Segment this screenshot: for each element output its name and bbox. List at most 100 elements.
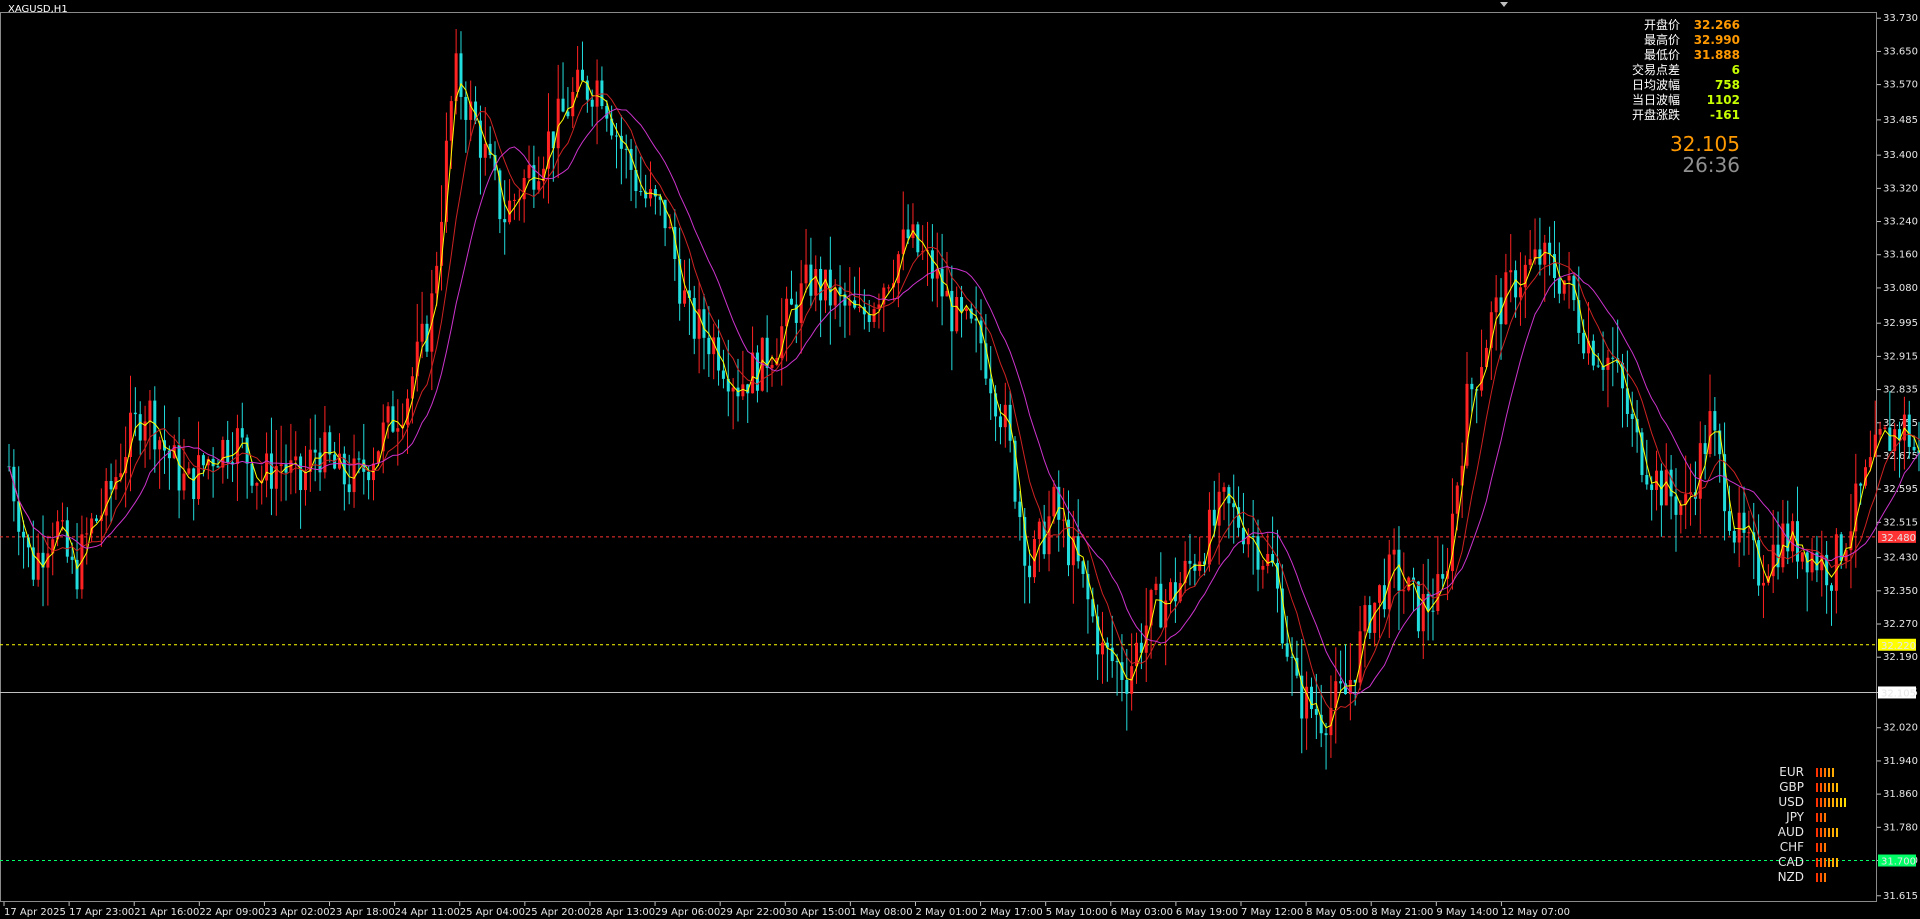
candle-body	[1514, 270, 1518, 298]
candle-body	[1285, 643, 1289, 657]
candle-body	[1212, 509, 1216, 526]
red-dashed-level-label: 32.480	[1881, 533, 1916, 544]
candle-body	[1664, 469, 1668, 506]
x-tick-label: 12 May 07:00	[1501, 907, 1570, 918]
strength-row-aud: AUD	[1774, 825, 1848, 840]
strength-bar	[1836, 783, 1838, 792]
x-tick-label: 7 May 12:00	[1241, 907, 1303, 918]
ma-yellow	[8, 79, 1920, 729]
candle-body	[1747, 532, 1751, 534]
strength-bar	[1820, 843, 1822, 852]
candle-body	[1169, 582, 1173, 601]
currency-label: CHF	[1779, 840, 1804, 854]
candle-body	[615, 135, 618, 137]
x-tick-label: 29 Apr 22:00	[720, 907, 785, 918]
candle-body	[420, 323, 424, 342]
y-tick-label: 32.755	[1883, 418, 1918, 429]
candle-body	[245, 437, 249, 464]
info-value: 758	[1714, 78, 1740, 92]
info-value: -161	[1709, 108, 1740, 122]
strength-bar	[1816, 858, 1818, 867]
candle-body	[1713, 411, 1717, 431]
candle-body	[950, 290, 954, 332]
y-tick-label: 33.730	[1883, 13, 1918, 24]
candle-body	[1324, 733, 1328, 736]
candle-body	[1431, 610, 1435, 612]
candle-body	[1450, 513, 1454, 572]
candle-body	[221, 439, 225, 468]
candle-body	[1290, 656, 1294, 658]
candle-body	[814, 268, 818, 296]
candle-body	[702, 309, 706, 338]
x-tick-label: 6 May 19:00	[1176, 907, 1238, 918]
window-menu-triangle-icon[interactable]	[1500, 2, 1508, 7]
candle-body	[1115, 661, 1119, 663]
info-value: 1102	[1706, 93, 1740, 107]
y-tick-label: 33.570	[1883, 80, 1918, 91]
candle-body	[930, 250, 934, 279]
strength-row-chf: CHF	[1774, 840, 1848, 855]
candle-body	[1528, 259, 1532, 265]
bar-countdown-timer: 26:36	[1682, 153, 1740, 177]
info-row: 最低价 31.888	[1632, 48, 1740, 63]
info-row: 交易点差 6	[1632, 63, 1740, 78]
candle-body	[1912, 446, 1916, 451]
candle-body	[352, 458, 356, 493]
candle-body	[1207, 509, 1211, 565]
candle-body	[133, 412, 137, 415]
candle-body	[731, 387, 735, 392]
candle-body	[1125, 679, 1129, 694]
candle-body	[1198, 561, 1202, 571]
candle-body	[464, 96, 468, 120]
candle-body	[182, 473, 186, 491]
y-tick-label: 31.615	[1883, 891, 1918, 902]
candle-body	[269, 453, 273, 489]
price-chart[interactable]: 33.730 33.650 33.570 33.485 33.400 33.320 33.2…	[0, 0, 1920, 919]
strength-bar	[1820, 798, 1822, 807]
info-value: 32.266	[1693, 18, 1740, 32]
candle-body	[1674, 496, 1678, 515]
strength-bar	[1832, 858, 1834, 867]
candle-body	[1188, 560, 1192, 564]
strength-bar	[1820, 768, 1822, 777]
candle-body	[1650, 484, 1654, 490]
candle-body	[556, 98, 560, 149]
candle-body	[94, 518, 98, 522]
candle-body	[1232, 503, 1236, 508]
candle-body	[1557, 277, 1561, 294]
chart-window[interactable]: 33.730 33.650 33.570 33.485 33.400 33.320 33.2…	[0, 0, 1920, 919]
currency-label: AUD	[1777, 825, 1804, 839]
candle-body	[1669, 469, 1673, 497]
candle-body	[1727, 511, 1731, 531]
x-tick-label: 5 May 10:00	[1046, 907, 1108, 918]
candle-body	[605, 106, 609, 119]
candle-body	[85, 533, 89, 535]
strength-row-jpy: JPY	[1774, 810, 1848, 825]
candle-body	[1883, 427, 1887, 429]
strength-row-gbp: GBP	[1774, 780, 1848, 795]
candle-body	[367, 471, 371, 481]
candle-body	[90, 518, 94, 534]
candle-body	[1703, 443, 1707, 455]
candle-body	[1645, 474, 1649, 485]
info-row: 日均波幅 758	[1632, 78, 1740, 93]
candle-body	[804, 264, 808, 284]
candle-body	[1878, 428, 1882, 435]
candle-body	[396, 428, 400, 432]
yellow-dashed-level-label: 32.220	[1881, 641, 1916, 652]
candle-body	[960, 297, 964, 312]
candle-body	[187, 468, 191, 474]
candle-body	[595, 80, 599, 107]
candle-body	[1907, 414, 1911, 447]
candle-body	[867, 314, 871, 323]
candle-body	[1679, 504, 1683, 515]
currency-label: JPY	[1786, 810, 1804, 824]
candle-body	[1761, 582, 1765, 586]
candle-body	[459, 53, 463, 97]
candle-body	[751, 352, 755, 394]
x-tick-label: 24 Apr 11:00	[395, 907, 460, 918]
candle-body	[279, 464, 283, 467]
candle-body	[624, 148, 628, 150]
info-label: 开盘价	[1643, 18, 1680, 32]
strength-bar	[1832, 783, 1834, 792]
